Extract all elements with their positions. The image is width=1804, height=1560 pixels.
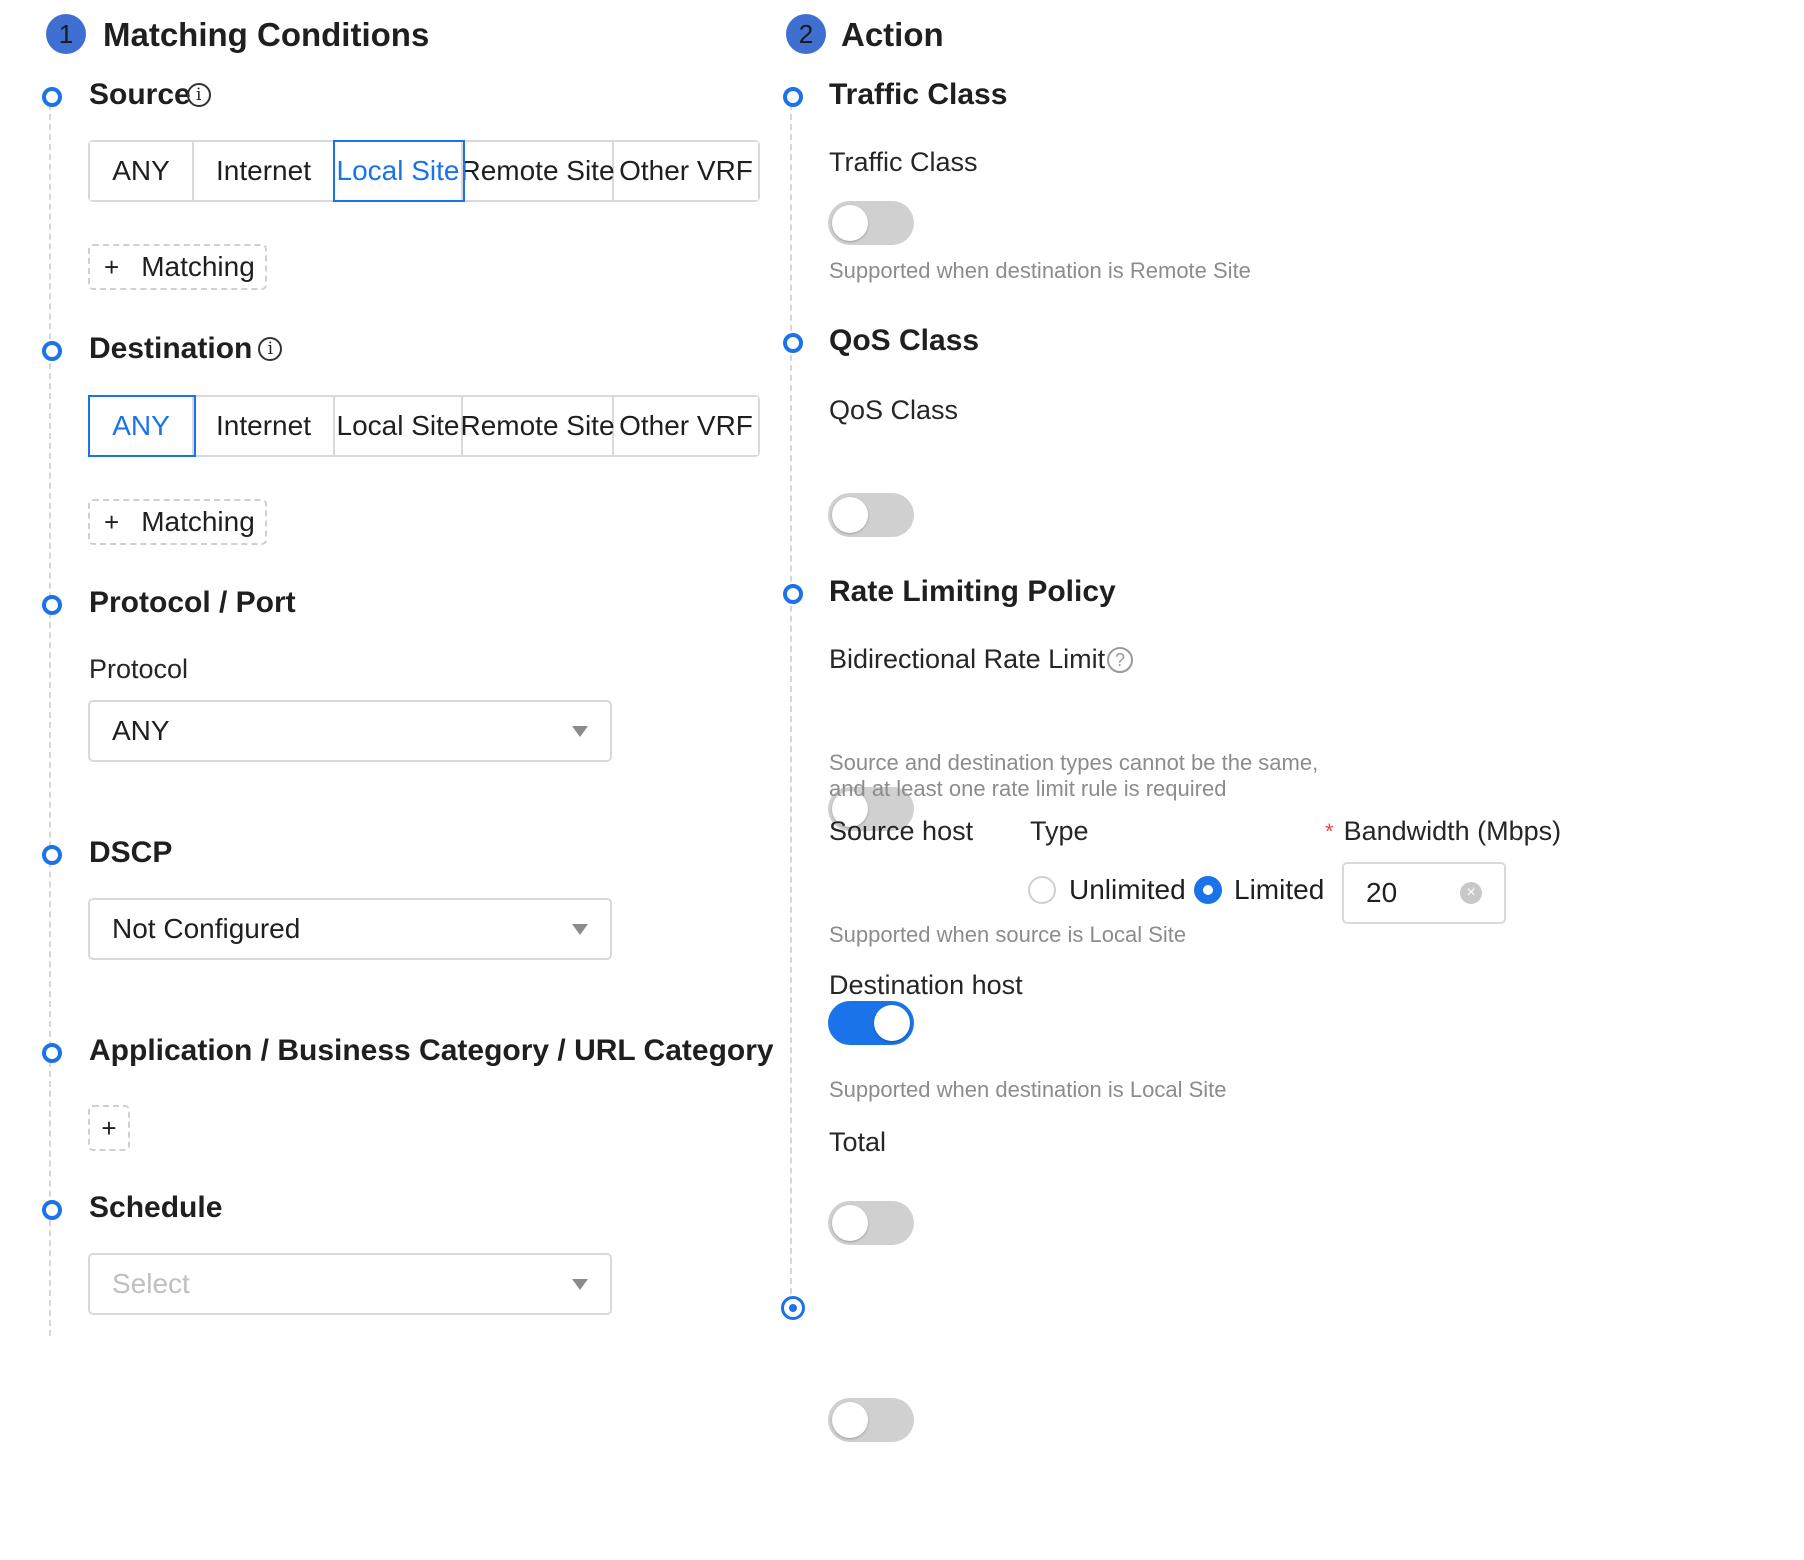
bandwidth-label-text: Bandwidth (Mbps) <box>1343 816 1562 846</box>
source-host-label: Source host <box>829 816 974 846</box>
schedule-select[interactable]: Select <box>88 1253 612 1315</box>
application-add-button[interactable]: + <box>88 1105 130 1151</box>
step-1-title: Matching Conditions <box>103 16 430 53</box>
toggle-knob <box>874 1005 910 1041</box>
application-section-title: Application / Business Category / URL Ca… <box>89 1034 774 1067</box>
timeline-dot-traffic-class <box>783 87 803 107</box>
traffic-class-hint: Supported when destination is Remote Sit… <box>829 258 1251 283</box>
matching-timeline-line <box>49 104 51 1336</box>
destination-add-matching-button[interactable]: + Matching <box>88 499 267 545</box>
type-radio-limited[interactable] <box>1194 876 1222 904</box>
total-label: Total <box>829 1127 887 1157</box>
source-title-text: Source <box>89 78 191 111</box>
source-option-any[interactable]: ANY <box>90 142 194 200</box>
bandwidth-input[interactable]: 20 × <box>1342 862 1506 924</box>
timeline-dot-destination <box>42 341 62 361</box>
destination-type-segmented: ANY Internet Local Site Remote Site Othe… <box>88 395 760 457</box>
step-1-badge: 1 <box>46 14 86 54</box>
info-icon[interactable]: i <box>258 337 283 361</box>
destination-section-title: Destination i <box>89 332 283 366</box>
destination-title-text: Destination <box>89 332 253 365</box>
timeline-end-dot <box>789 1304 797 1312</box>
traffic-class-toggle[interactable] <box>828 201 914 245</box>
protocol-label: Protocol <box>89 654 189 684</box>
type-radio-unlimited[interactable] <box>1028 876 1056 904</box>
rate-limit-hint-line-2: and at least one rate limit rule is requ… <box>829 776 1227 801</box>
qos-class-toggle[interactable] <box>828 493 914 537</box>
caret-down-icon <box>572 725 588 737</box>
timeline-dot-application <box>42 1043 62 1063</box>
traffic-class-label: Traffic Class <box>829 147 978 177</box>
step-2-title: Action <box>841 16 944 53</box>
source-host-hint: Supported when source is Local Site <box>829 922 1187 947</box>
toggle-knob <box>832 1402 868 1438</box>
destination-option-internet[interactable]: Internet <box>194 397 335 455</box>
help-icon[interactable]: ? <box>1107 647 1133 673</box>
schedule-section-title: Schedule <box>89 1191 223 1224</box>
source-option-remote-site[interactable]: Remote Site <box>460 142 615 200</box>
traffic-class-section-title: Traffic Class <box>829 78 1008 111</box>
total-toggle[interactable] <box>828 1398 914 1442</box>
destination-host-hint: Supported when destination is Local Site <box>829 1077 1227 1102</box>
bidirectional-rate-limit-label: Bidirectional Rate Limit <box>829 644 1106 674</box>
protocol-select[interactable]: ANY <box>88 700 612 762</box>
type-radio-unlimited-label[interactable]: Unlimited <box>1069 874 1186 906</box>
dscp-section-title: DSCP <box>89 836 173 869</box>
toggle-knob <box>832 497 868 533</box>
destination-option-remote-site[interactable]: Remote Site <box>460 397 615 455</box>
dscp-select-value: Not Configured <box>112 913 301 944</box>
bandwidth-label: * Bandwidth (Mbps) <box>1325 816 1561 847</box>
protocol-port-section-title: Protocol / Port <box>89 586 296 619</box>
info-icon[interactable]: i <box>186 83 211 107</box>
protocol-select-value: ANY <box>112 715 170 746</box>
clear-icon[interactable]: × <box>1460 882 1482 904</box>
caret-down-icon <box>572 923 588 935</box>
destination-host-label: Destination host <box>829 970 1023 1000</box>
source-option-local-site[interactable]: Local Site <box>333 140 465 202</box>
rate-limiting-section-title: Rate Limiting Policy <box>829 575 1116 608</box>
destination-host-toggle[interactable] <box>828 1201 914 1245</box>
schedule-select-placeholder: Select <box>112 1268 190 1299</box>
step-2-number: 2 <box>798 19 814 49</box>
destination-option-local-site[interactable]: Local Site <box>335 397 463 455</box>
plus-icon: + <box>104 506 120 537</box>
timeline-end-marker <box>781 1296 805 1320</box>
timeline-dot-dscp <box>42 845 62 865</box>
source-type-segmented: ANY Internet Local Site Remote Site Othe… <box>88 140 760 202</box>
action-timeline-line <box>790 104 792 1294</box>
qos-class-label: QoS Class <box>829 395 959 425</box>
required-mark: * <box>1325 818 1334 844</box>
timeline-dot-schedule <box>42 1200 62 1220</box>
timeline-dot-source <box>42 87 62 107</box>
timeline-dot-rate-limiting <box>783 584 803 604</box>
source-host-toggle[interactable] <box>828 1001 914 1045</box>
type-label: Type <box>1030 816 1089 846</box>
source-add-matching-button[interactable]: + Matching <box>88 244 267 290</box>
plus-icon: + <box>101 1112 117 1143</box>
timeline-dot-protocol <box>42 595 62 615</box>
type-radio-limited-label[interactable]: Limited <box>1234 874 1324 906</box>
dscp-select[interactable]: Not Configured <box>88 898 612 960</box>
caret-down-icon <box>572 1278 588 1290</box>
destination-option-any[interactable]: ANY <box>88 395 196 457</box>
source-add-matching-label: Matching <box>141 251 255 282</box>
toggle-knob <box>832 1205 868 1241</box>
destination-option-other-vrf[interactable]: Other VRF <box>614 397 758 455</box>
source-option-other-vrf[interactable]: Other VRF <box>614 142 758 200</box>
toggle-knob <box>832 205 868 241</box>
source-option-internet[interactable]: Internet <box>194 142 335 200</box>
source-section-title: Source i <box>89 78 211 112</box>
bandwidth-input-value: 20 <box>1366 877 1398 908</box>
step-2-badge: 2 <box>786 14 826 54</box>
plus-icon: + <box>104 251 120 282</box>
timeline-dot-qos-class <box>783 333 803 353</box>
destination-add-matching-label: Matching <box>141 506 255 537</box>
step-1-number: 1 <box>58 19 74 49</box>
qos-class-section-title: QoS Class <box>829 324 980 357</box>
